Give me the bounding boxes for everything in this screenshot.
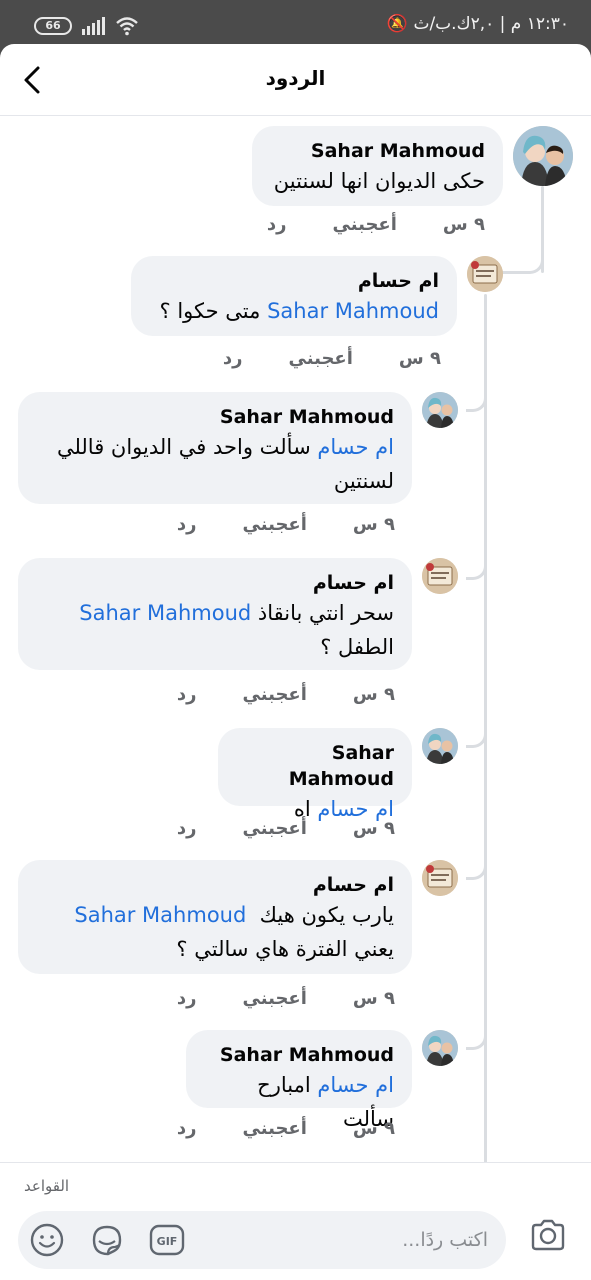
comment-author[interactable]: ام حسام: [36, 570, 394, 596]
comment-text-line2: لسنتين: [333, 469, 394, 493]
comment-time: ٩ س: [398, 348, 441, 369]
status-time: ١٢:٣٠ م | ٢,٠ك.ب/ث 🔕: [379, 14, 569, 34]
avatar[interactable]: [422, 860, 458, 896]
comment-text: Sahar Mahmoud متى حكوا ؟: [149, 294, 439, 328]
comment-bubble[interactable]: Sahar Mahmoud ام حسام امبارح سألت: [186, 1030, 412, 1131]
comment-time: ٩ س: [352, 514, 395, 535]
wifi-icon: [116, 17, 138, 36]
comment-time: ٩ س: [352, 988, 395, 1009]
comment-text-body: سألت واحد في الديوان قاللي: [56, 435, 311, 459]
gif-icon[interactable]: GIF: [148, 1221, 186, 1259]
top-bar: الردود: [0, 44, 591, 116]
reply-footer: القواعد GIF: [0, 1162, 591, 1280]
comment-author[interactable]: Sahar Mahmoud: [204, 1042, 394, 1068]
svg-text:GIF: GIF: [157, 1235, 178, 1248]
reply-button[interactable]: رد: [267, 214, 287, 235]
thread-connector: [500, 230, 544, 274]
comment-text-line2: الطفل ؟: [320, 635, 394, 659]
camera-icon[interactable]: [528, 1215, 568, 1255]
comment-actions: ٩ س أعجبني رد: [177, 514, 395, 535]
comment-text-body: يارب يكون هيك: [259, 903, 394, 927]
clock-text: ١٢:٣٠ م | ٢,٠ك.ب/ث: [413, 14, 569, 34]
mention-link[interactable]: Sahar Mahmoud: [74, 903, 246, 927]
comment-time: ٩ س: [352, 1118, 395, 1139]
comment-actions: ٩ س أعجبني رد: [223, 348, 441, 369]
comment-author[interactable]: Sahar Mahmoud: [36, 404, 394, 430]
signal-icon: [82, 17, 105, 35]
comment-time: ٩ س: [442, 214, 485, 235]
rules-link[interactable]: القواعد: [24, 1177, 69, 1195]
like-button[interactable]: أعجبني: [243, 1118, 307, 1139]
comment-actions: ٩ س أعجبني رد: [177, 684, 395, 705]
battery-icon: 66: [34, 17, 72, 35]
comment-author[interactable]: Sahar Mahmoud: [236, 740, 394, 792]
like-button[interactable]: أعجبني: [243, 988, 307, 1009]
comment-bubble[interactable]: Sahar Mahmoud ام حسام سألت واحد في الديو…: [18, 392, 412, 504]
comment-bubble[interactable]: ام حسام يارب يكون هيك Sahar Mahmoud يعني…: [18, 860, 412, 974]
page-title: الردود: [265, 66, 326, 90]
mention-link[interactable]: Sahar Mahmoud: [267, 299, 439, 323]
mention-link[interactable]: Sahar Mahmoud: [79, 601, 251, 625]
like-button[interactable]: أعجبني: [243, 514, 307, 535]
emoji-icon[interactable]: [28, 1221, 66, 1259]
reply-button[interactable]: رد: [223, 348, 243, 369]
comment-actions: ٩ س أعجبني رد: [177, 818, 395, 839]
comment-text: سحر انتي بانقاذ Sahar Mahmoud: [36, 596, 394, 630]
avatar[interactable]: [422, 558, 458, 594]
status-icons: 66: [34, 16, 139, 36]
avatar[interactable]: [422, 728, 458, 764]
status-bar: 66 ١٢:٣٠ م | ٢,٠ك.ب/ث 🔕: [0, 0, 591, 48]
replies-sheet: الردود Sahar Mahmoud حكى الديوان انها لس…: [0, 44, 591, 1280]
like-button[interactable]: أعجبني: [289, 348, 353, 369]
comment-time: ٩ س: [352, 684, 395, 705]
comment-actions: ٩ س أعجبني رد: [267, 214, 485, 235]
like-button[interactable]: أعجبني: [333, 214, 397, 235]
reply-button[interactable]: رد: [177, 988, 197, 1009]
comment-author[interactable]: ام حسام: [149, 268, 439, 294]
reply-button[interactable]: رد: [177, 818, 197, 839]
comment-text-line2: يعني الفترة هاي سالتي ؟: [176, 937, 394, 961]
avatar[interactable]: [422, 392, 458, 428]
mention-link[interactable]: ام حسام: [317, 435, 394, 459]
reply-button[interactable]: رد: [177, 1118, 197, 1139]
comment-text: حكى الديوان انها لسنتين: [273, 169, 485, 193]
reply-button[interactable]: رد: [177, 684, 197, 705]
comment-bubble[interactable]: Sahar Mahmoud ام حسام اه: [218, 728, 412, 821]
comment-text: ام حسام سألت واحد في الديوان قاللي: [36, 430, 394, 464]
avatar[interactable]: [422, 1030, 458, 1066]
comment-text-body: سحر انتي بانقاذ: [257, 601, 394, 625]
avatar[interactable]: [467, 256, 503, 292]
reply-composer: GIF: [18, 1211, 506, 1269]
avatar[interactable]: [513, 126, 573, 186]
mention-link[interactable]: ام حسام: [317, 1073, 394, 1097]
comment-bubble[interactable]: ام حسام Sahar Mahmoud متى حكوا ؟: [131, 256, 457, 336]
sticker-icon[interactable]: [88, 1221, 126, 1259]
comment-bubble[interactable]: ام حسام سحر انتي بانقاذ Sahar Mahmoud ال…: [18, 558, 412, 670]
comment-bubble[interactable]: Sahar Mahmoud حكى الديوان انها لسنتين: [252, 126, 503, 206]
like-button[interactable]: أعجبني: [243, 684, 307, 705]
comment-actions: ٩ س أعجبني رد: [177, 988, 395, 1009]
like-button[interactable]: أعجبني: [243, 818, 307, 839]
reply-input[interactable]: [248, 1225, 488, 1255]
mute-icon: 🔕: [386, 14, 409, 34]
reply-button[interactable]: رد: [177, 514, 197, 535]
comment-author[interactable]: ام حسام: [36, 872, 394, 898]
comment-actions: ٩ س أعجبني رد: [177, 1118, 395, 1139]
comment-text: يارب يكون هيك Sahar Mahmoud: [36, 898, 394, 932]
comment-time: ٩ س: [352, 818, 395, 839]
comment-text-body: متى حكوا ؟: [159, 299, 261, 323]
comment-author[interactable]: Sahar Mahmoud: [270, 138, 485, 164]
